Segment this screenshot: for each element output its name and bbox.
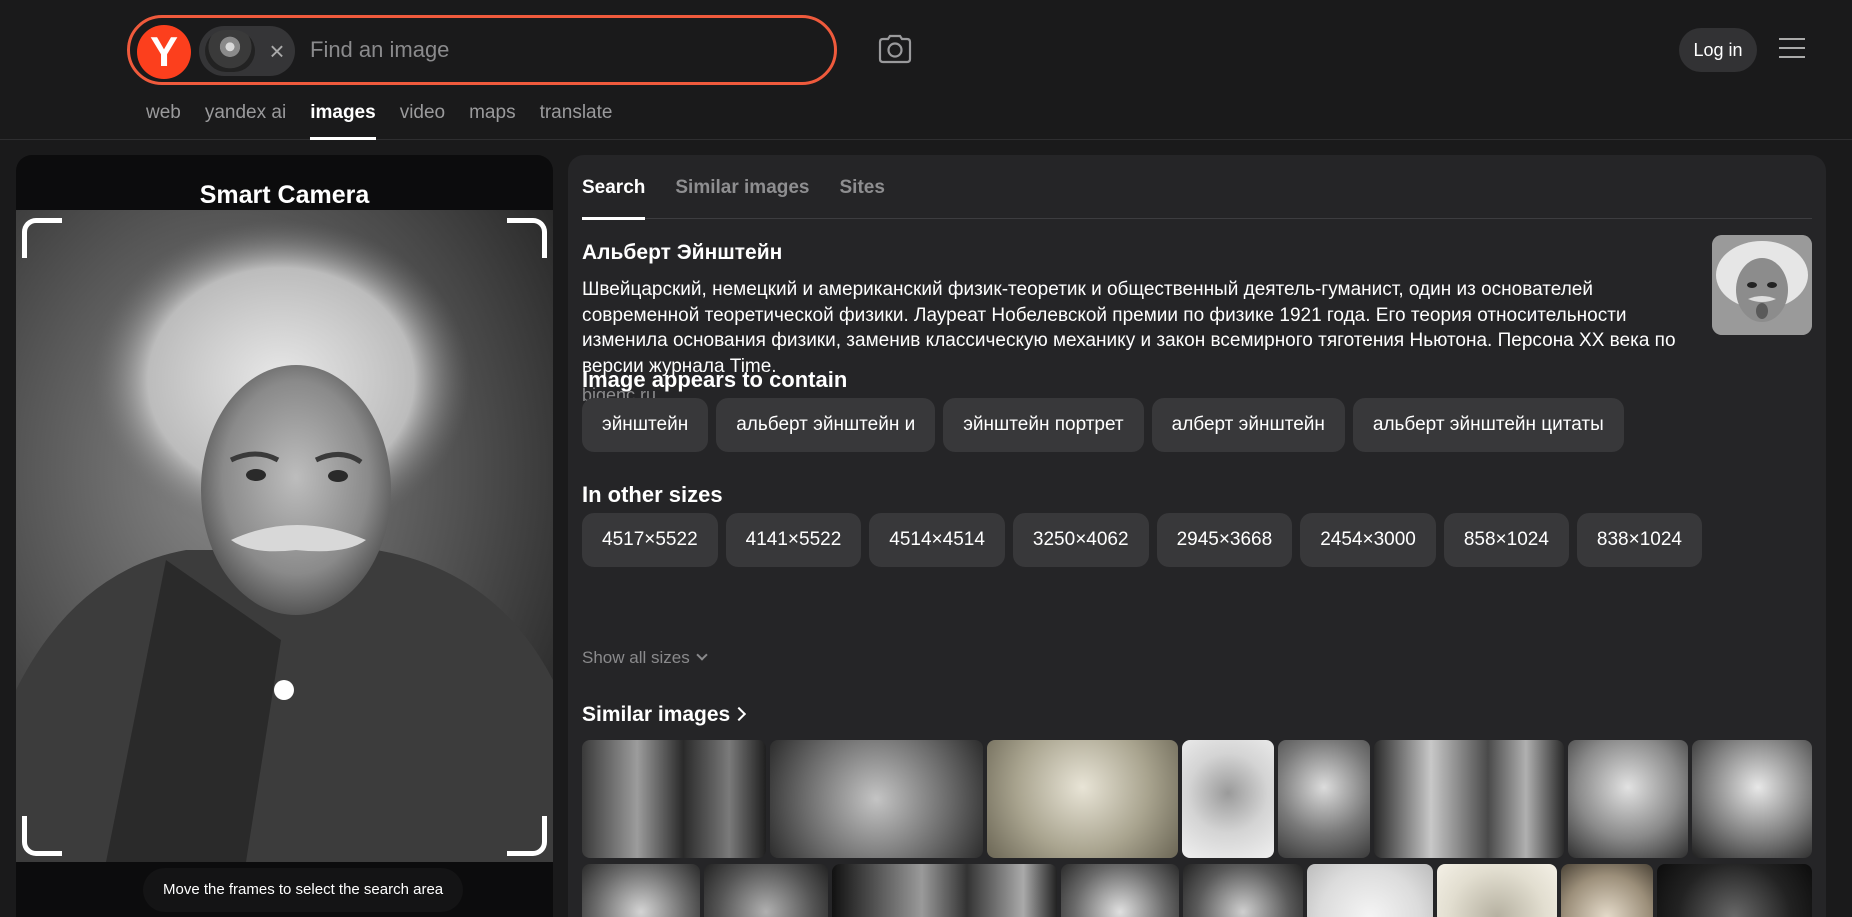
similar-image-tile[interactable] <box>832 864 1057 917</box>
nav-video[interactable]: video <box>400 102 445 140</box>
similar-image-tile[interactable] <box>1278 740 1370 858</box>
entity-description: Швейцарский, немецкий и американский физ… <box>582 279 1676 377</box>
similar-image-tile[interactable] <box>1561 864 1653 917</box>
contains-tags: эйнштейн альберт эйнштейн и эйнштейн пор… <box>582 398 1624 452</box>
panel-title: Smart Camera <box>199 181 370 209</box>
query-image-thumbnail[interactable] <box>205 30 255 72</box>
tab-search[interactable]: Search <box>582 155 646 220</box>
entity-image[interactable] <box>1712 235 1812 335</box>
similar-images-title: Similar images <box>582 703 731 726</box>
size-chip[interactable]: 858×1024 <box>1443 513 1569 567</box>
similar-image-tile[interactable] <box>770 740 983 858</box>
login-button[interactable]: Log in <box>1679 28 1757 72</box>
similar-image-tile[interactable] <box>1061 864 1179 917</box>
query-image-chip: × <box>199 26 295 76</box>
yandex-logo[interactable]: Y <box>137 25 191 79</box>
similar-image-tile[interactable] <box>1437 864 1557 917</box>
nav-maps[interactable]: maps <box>469 102 515 140</box>
size-chip[interactable]: 4514×4514 <box>869 513 1005 567</box>
search-bar: Y × <box>127 15 837 85</box>
similar-image-tile[interactable] <box>1692 740 1812 858</box>
similar-image-tile[interactable] <box>582 864 700 917</box>
tag-chip[interactable]: альберт эйнштейн и <box>716 398 936 452</box>
tag-chip[interactable]: алберт эйнштейн <box>1151 398 1345 452</box>
camera-icon[interactable] <box>878 34 912 64</box>
similar-image-tile[interactable] <box>1182 740 1274 858</box>
frame-corner-bottom-left[interactable] <box>22 816 62 856</box>
frame-corner-bottom-right[interactable] <box>507 816 547 856</box>
similar-images-link[interactable]: Similar images <box>582 703 747 727</box>
similar-image-tile[interactable] <box>1374 740 1564 858</box>
close-icon[interactable]: × <box>265 36 289 66</box>
entity-title[interactable]: Альберт Эйнштейн <box>582 241 782 265</box>
size-chip[interactable]: 2454×3000 <box>1300 513 1436 567</box>
similar-image-tile[interactable] <box>704 864 828 917</box>
header: Y × Log in web yandex ai images video ma… <box>0 0 1852 140</box>
similar-images-row <box>582 864 1812 917</box>
similar-image-tile[interactable] <box>582 740 766 858</box>
tag-chip[interactable]: эйнштейн <box>582 398 709 452</box>
size-chip[interactable]: 4517×5522 <box>582 513 718 567</box>
smart-camera-panel: Smart Camera Move the frames to select t… <box>16 155 553 917</box>
similar-image-tile[interactable] <box>1307 864 1433 917</box>
similar-image-tile[interactable] <box>1183 864 1303 917</box>
show-all-sizes-button[interactable]: Show all sizes <box>582 648 708 668</box>
tag-chip[interactable]: альберт эйнштейн цитаты <box>1352 398 1624 452</box>
chevron-down-icon <box>696 649 708 661</box>
tab-sites[interactable]: Sites <box>840 155 885 219</box>
sizes-title: In other sizes <box>582 482 723 507</box>
query-photo[interactable] <box>16 210 553 862</box>
show-all-label: Show all sizes <box>582 648 690 667</box>
size-chip[interactable]: 3250×4062 <box>1012 513 1149 567</box>
size-chip[interactable]: 2945×3668 <box>1156 513 1293 567</box>
search-input[interactable] <box>310 30 810 70</box>
nav-images[interactable]: images <box>310 102 377 140</box>
size-chip[interactable]: 4141×5522 <box>725 513 862 567</box>
tag-chip[interactable]: эйнштейн портрет <box>943 398 1144 452</box>
contains-title: Image appears to contain <box>582 367 848 392</box>
menu-icon[interactable] <box>1779 38 1805 60</box>
nav-tabs: web yandex ai images video maps translat… <box>146 102 612 140</box>
similar-image-tile[interactable] <box>1657 864 1812 917</box>
similar-image-tile[interactable] <box>987 740 1178 858</box>
size-chip[interactable]: 838×1024 <box>1576 513 1702 567</box>
frame-corner-top-left[interactable] <box>22 218 62 258</box>
object-marker-dot[interactable] <box>274 680 294 700</box>
similar-image-tile[interactable] <box>1568 740 1688 858</box>
chevron-right-icon <box>732 706 747 722</box>
nav-translate[interactable]: translate <box>540 102 613 140</box>
similar-images-row <box>582 740 1812 858</box>
frame-corner-top-right[interactable] <box>507 218 547 258</box>
results-panel: Search Similar images Sites Альберт Эйнш… <box>568 155 1826 917</box>
results-tabs: Search Similar images Sites <box>582 155 1812 220</box>
nav-yandex-ai[interactable]: yandex ai <box>205 102 286 140</box>
tab-similar-images[interactable]: Similar images <box>675 155 809 219</box>
size-chips: 4517×5522 4141×5522 4514×4514 3250×4062 … <box>582 513 1702 567</box>
frame-hint: Move the frames to select the search are… <box>143 868 464 912</box>
nav-web[interactable]: web <box>146 102 181 140</box>
